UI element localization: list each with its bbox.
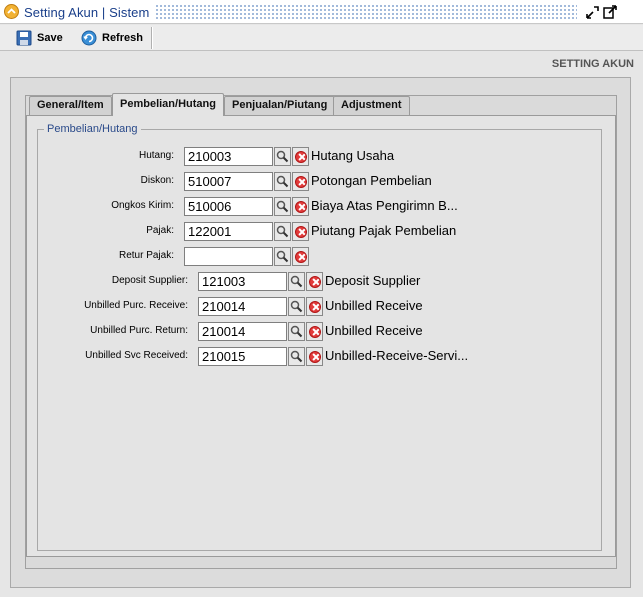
account-description: Hutang Usaha bbox=[311, 148, 395, 163]
search-icon bbox=[289, 300, 304, 318]
lookup-button[interactable] bbox=[288, 347, 305, 366]
account-description: Deposit Supplier bbox=[325, 273, 421, 288]
save-button[interactable]: Save bbox=[16, 27, 63, 49]
search-icon bbox=[275, 225, 290, 243]
refresh-button[interactable]: Refresh bbox=[81, 27, 143, 49]
account-code-input[interactable]: 210015 bbox=[198, 347, 287, 366]
clear-button[interactable] bbox=[306, 297, 323, 316]
clear-icon bbox=[309, 276, 321, 288]
save-label: Save bbox=[37, 32, 63, 44]
clear-icon bbox=[295, 251, 307, 263]
account-code-input[interactable]: 210014 bbox=[198, 322, 287, 341]
account-code-input[interactable]: 122001 bbox=[184, 222, 273, 241]
field-label: Diskon: bbox=[140, 175, 174, 186]
clear-button[interactable] bbox=[292, 247, 309, 266]
field-label: Ongkos Kirim: bbox=[111, 200, 174, 211]
clear-icon bbox=[295, 151, 307, 163]
field-label: Unbilled Purc. Return: bbox=[90, 325, 188, 336]
toolbar: Save Refresh bbox=[0, 25, 643, 51]
account-description: Potongan Pembelian bbox=[311, 173, 432, 188]
clear-button[interactable] bbox=[292, 197, 309, 216]
search-icon bbox=[275, 150, 290, 168]
account-code-input[interactable]: 210014 bbox=[198, 297, 287, 316]
tab-adjustment[interactable]: Adjustment bbox=[333, 96, 410, 115]
account-code-input[interactable]: 121003 bbox=[198, 272, 287, 291]
toolbar-separator bbox=[151, 27, 153, 49]
search-icon bbox=[289, 325, 304, 343]
title-bar-pattern bbox=[155, 4, 577, 19]
search-icon bbox=[275, 250, 290, 268]
search-icon bbox=[289, 275, 304, 293]
refresh-label: Refresh bbox=[102, 32, 143, 44]
page-heading: SETTING AKUN bbox=[551, 58, 634, 70]
tab-content: Pembelian/Hutang Hutang: 210003 Hutang U… bbox=[26, 115, 616, 557]
main-area: SETTING AKUN General/Item Pembelian/Huta… bbox=[0, 52, 643, 597]
clear-icon bbox=[309, 326, 321, 338]
field-label: Unbilled Svc Received: bbox=[85, 350, 188, 361]
floppy-disk-icon bbox=[16, 30, 32, 46]
lookup-button[interactable] bbox=[288, 322, 305, 341]
refresh-icon bbox=[81, 30, 97, 46]
group-title: Pembelian/Hutang bbox=[44, 123, 141, 135]
window-title: Setting Akun | Sistem bbox=[24, 5, 150, 20]
account-code-input[interactable] bbox=[184, 247, 273, 266]
lookup-button[interactable] bbox=[288, 272, 305, 291]
lookup-button[interactable] bbox=[274, 222, 291, 241]
field-label: Unbilled Purc. Receive: bbox=[84, 300, 188, 311]
clear-icon bbox=[295, 226, 307, 238]
account-code-input[interactable]: 210003 bbox=[184, 147, 273, 166]
tab-general-item[interactable]: General/Item bbox=[29, 96, 112, 115]
account-description: Unbilled-Receive-Servi... bbox=[325, 348, 469, 363]
clear-button[interactable] bbox=[306, 322, 323, 341]
account-description: Unbilled Receive bbox=[325, 298, 423, 313]
clear-button[interactable] bbox=[306, 347, 323, 366]
tab-pembelian-hutang[interactable]: Pembelian/Hutang bbox=[112, 93, 224, 116]
clear-button[interactable] bbox=[292, 147, 309, 166]
account-description: Biaya Atas Pengirimn B... bbox=[311, 198, 458, 213]
field-label: Pajak: bbox=[146, 225, 174, 236]
field-label: Retur Pajak: bbox=[118, 250, 174, 261]
lookup-button[interactable] bbox=[274, 172, 291, 191]
search-icon bbox=[275, 175, 290, 193]
search-icon bbox=[275, 200, 290, 218]
lookup-button[interactable] bbox=[274, 247, 291, 266]
field-label: Hutang: bbox=[138, 150, 174, 161]
lookup-button[interactable] bbox=[288, 297, 305, 316]
account-code-input[interactable]: 510006 bbox=[184, 197, 273, 216]
lookup-button[interactable] bbox=[274, 197, 291, 216]
clear-icon bbox=[295, 201, 307, 213]
restore-icon[interactable] bbox=[585, 4, 601, 20]
lookup-button[interactable] bbox=[274, 147, 291, 166]
maximize-icon[interactable] bbox=[602, 4, 618, 20]
tab-penjualan-piutang[interactable]: Penjualan/Piutang bbox=[224, 96, 336, 115]
field-label: Deposit Supplier: bbox=[111, 275, 188, 286]
clear-icon bbox=[309, 301, 321, 313]
account-description: Piutang Pajak Pembelian bbox=[311, 223, 457, 238]
account-description: Unbilled Receive bbox=[325, 323, 423, 338]
clear-icon bbox=[295, 176, 307, 188]
search-icon bbox=[289, 350, 304, 368]
clear-icon bbox=[309, 351, 321, 363]
clear-button[interactable] bbox=[306, 272, 323, 291]
clear-button[interactable] bbox=[292, 222, 309, 241]
clear-button[interactable] bbox=[292, 172, 309, 191]
app-icon bbox=[4, 4, 19, 19]
title-bar: Setting Akun | Sistem bbox=[0, 0, 643, 24]
account-code-input[interactable]: 510007 bbox=[184, 172, 273, 191]
